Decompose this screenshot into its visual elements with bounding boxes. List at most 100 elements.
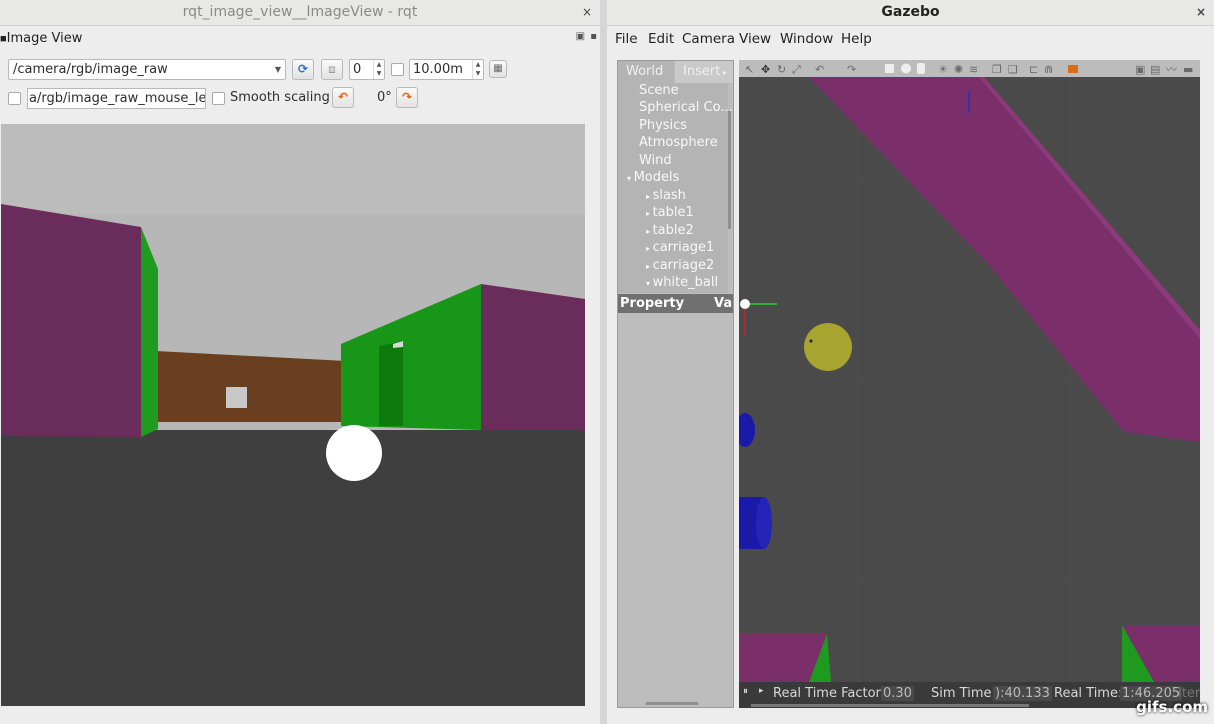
max-range-spinbox[interactable]: 10.00m ▲ ▼	[409, 59, 484, 80]
tab-insert-label: Insert	[683, 64, 721, 79]
watermark-text: gifs.com	[1136, 698, 1208, 716]
property-hscrollbar[interactable]	[646, 702, 698, 705]
tree-item-physics[interactable]: Physics	[639, 118, 687, 133]
tree-item-atmosphere[interactable]: Atmosphere	[639, 135, 718, 150]
pause-icon[interactable]: ⏸	[743, 686, 748, 697]
tree-item-models-label: Models	[633, 170, 680, 185]
save-image-button[interactable]: ⧈	[321, 59, 343, 80]
spin-arrows-icon[interactable]: ▲ ▼	[472, 60, 483, 79]
log-icon[interactable]: ▤	[1150, 63, 1160, 76]
tree-item-scene[interactable]: Scene	[639, 83, 679, 98]
yellow-ball-model[interactable]	[804, 323, 852, 371]
topic-select[interactable]: /camera/rgb/image_raw ▼	[8, 59, 286, 80]
step-icon[interactable]: ▸	[759, 686, 764, 696]
select-arrow-icon[interactable]: ↖	[745, 63, 754, 76]
rotate-left-button[interactable]: ↶	[332, 87, 354, 108]
white-ball-model[interactable]	[740, 299, 750, 309]
rotate-right-button[interactable]: ↷	[396, 87, 418, 108]
blue-carriage-1[interactable]	[739, 413, 755, 447]
mouse-topic-input[interactable]: a/rgb/image_raw_mouse_left	[27, 88, 206, 109]
gazebo-3d-viewport[interactable]	[739, 77, 1200, 682]
gazebo-titlebar: Gazebo ×	[607, 0, 1214, 26]
rqt-window-title: rqt_image_view__ImageView - rqt	[182, 4, 418, 20]
point-light-icon[interactable]: ☀	[938, 63, 948, 76]
smooth-scaling-checkbox[interactable]	[212, 92, 225, 105]
tree-item-model-label: carriage2	[652, 258, 715, 273]
mouse-publish-checkbox[interactable]	[8, 92, 21, 105]
screenshot-icon[interactable]: ▣	[1135, 63, 1145, 76]
snap-icon[interactable]: ⋒	[1044, 63, 1053, 76]
rotate-icon[interactable]: ↻	[777, 63, 786, 76]
world-tree[interactable]: Scene Spherical Co... Physics Atmosphere…	[618, 83, 733, 293]
tree-item-models[interactable]: ▾ Models	[627, 170, 679, 185]
save-icon: ⧈	[328, 62, 336, 76]
translate-icon[interactable]: ✥	[761, 63, 770, 76]
spot-light-icon[interactable]: ✺	[954, 63, 963, 76]
image-view-dock-label: Image View	[6, 31, 83, 46]
menu-help[interactable]: Help	[841, 31, 872, 47]
tree-item-model[interactable]: ▸ slash	[646, 188, 686, 203]
spin-arrows-icon[interactable]: ▲ ▼	[373, 60, 384, 79]
refresh-icon: ⟳	[297, 62, 309, 76]
video-icon[interactable]: ▬	[1183, 63, 1193, 76]
plot-icon[interactable]: 〰	[1166, 63, 1177, 76]
rtf-label: Real Time Factor:	[773, 686, 886, 701]
menu-edit[interactable]: Edit	[648, 31, 674, 47]
depth-min-spinbox[interactable]: 0 ▲ ▼	[349, 59, 385, 80]
scale-icon[interactable]: ⤢	[792, 63, 801, 76]
tab-world[interactable]: World	[618, 61, 674, 83]
sim-time-value: ):40.133	[993, 686, 1052, 701]
property-column-label: Property	[620, 296, 685, 311]
rqt-close-icon[interactable]: ×	[582, 0, 592, 24]
tree-item-wind[interactable]: Wind	[639, 153, 672, 168]
tree-item-model[interactable]: ▾ white_ball	[646, 275, 718, 290]
directional-light-icon[interactable]: ≋	[969, 63, 978, 76]
rotation-value: 0°	[377, 90, 392, 105]
fit-window-button[interactable]: ▦	[489, 60, 507, 78]
redo-icon[interactable]: ↷	[847, 63, 856, 76]
rqt-titlebar: rqt_image_view__ImageView - rqt ×	[0, 0, 600, 26]
dynamic-range-checkbox[interactable]	[391, 63, 404, 76]
dock-buttons-icon[interactable]: ▣ ▪	[576, 31, 598, 42]
tree-item-model-label: carriage1	[652, 240, 715, 255]
gazebo-statusbar: ⏸ ▸ Real Time Factor: 0.30 Sim Time: ):4…	[739, 682, 1200, 708]
tree-item-spherical[interactable]: Spherical Co...	[639, 100, 733, 115]
box-shape-icon[interactable]	[885, 64, 894, 73]
slash-wall	[809, 77, 1200, 442]
menu-camera[interactable]: Camera	[682, 31, 735, 47]
camera-image[interactable]	[1, 124, 585, 706]
refresh-topics-button[interactable]: ⟳	[292, 59, 314, 80]
menu-file[interactable]: File	[615, 31, 638, 47]
align-icon[interactable]: ⊏	[1029, 63, 1038, 76]
menu-window[interactable]: Window	[780, 31, 833, 47]
tree-scrollbar[interactable]	[728, 111, 731, 229]
value-column-label: Val	[714, 296, 733, 311]
cylinder-shape-icon[interactable]	[917, 63, 925, 74]
change-view-icon[interactable]	[1068, 65, 1078, 73]
tree-item-model-label: slash	[652, 188, 686, 203]
yellow-ball-marker	[809, 339, 813, 343]
menu-view[interactable]: View	[739, 31, 771, 47]
tree-item-model-label: white_ball	[652, 275, 719, 290]
status-hscrollbar[interactable]	[751, 704, 1029, 707]
sphere-shape-icon[interactable]	[901, 63, 911, 74]
tree-item-model[interactable]: ▸ carriage1	[646, 240, 714, 255]
paste-icon[interactable]: ❏	[1008, 63, 1018, 76]
max-range-value: 10.00m	[413, 62, 463, 77]
undo-icon[interactable]: ↶	[815, 63, 824, 76]
sim-time-label: Sim Time:	[931, 686, 996, 701]
tree-item-model[interactable]: ▸ table1	[646, 205, 694, 220]
tree-item-model[interactable]: ▸ table2	[646, 223, 694, 238]
gazebo-menubar: File Edit Camera View Window Help	[607, 29, 1214, 51]
toolbar-icons: ↖ ✥ ↻ ⤢ ↶ ↷ ☀ ✺ ≋ ❐ ❏ ⊏ ⋒ ▣ ▤ 〰 ▬	[745, 63, 1193, 76]
rqt-window: rqt_image_view__ImageView - rqt × ■Image…	[0, 0, 600, 724]
gazebo-window-title: Gazebo	[881, 4, 940, 20]
smooth-scaling-label: Smooth scaling	[230, 90, 330, 105]
copy-icon[interactable]: ❐	[992, 63, 1002, 76]
tab-insert[interactable]: Insert ▸	[675, 61, 733, 83]
tree-item-model[interactable]: ▸ carriage2	[646, 258, 714, 273]
right-purple-wall	[481, 284, 585, 430]
gazebo-close-icon[interactable]: ×	[1196, 0, 1206, 24]
tree-item-model-label: table1	[652, 205, 694, 220]
fit-icon: ▦	[493, 63, 503, 74]
